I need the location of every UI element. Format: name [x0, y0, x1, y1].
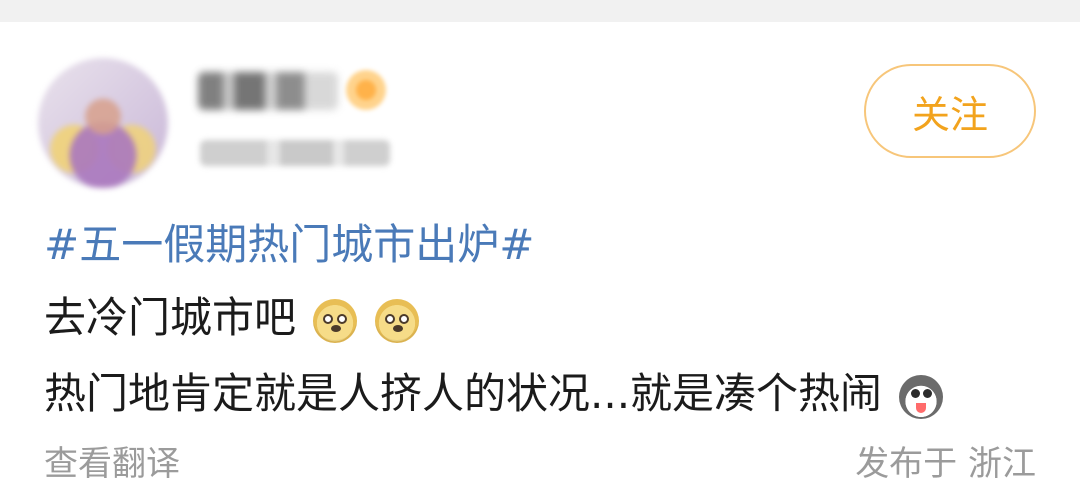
user-avatar[interactable] [38, 58, 168, 188]
doge-emoji-icon [313, 298, 358, 343]
doge-emoji-icon [374, 298, 419, 343]
view-translation-link[interactable]: 查看翻译 [44, 442, 180, 486]
post-text-line-2-text: 热门地肯定就是人挤人的状况...就是凑个热闹 [44, 369, 883, 418]
doge-nose [331, 324, 342, 332]
username-blurred[interactable] [198, 72, 338, 110]
post-text-line-1: 去冷门城市吧 [44, 290, 1044, 346]
post-text-line-1-text: 去冷门城市吧 [44, 293, 297, 342]
post-location: 发布于 浙江 [855, 444, 1036, 484]
post-hashtag-link[interactable]: #五一假期热门城市出炉# [44, 217, 1044, 273]
doge-nose [392, 324, 403, 332]
user-badge-icon [346, 70, 386, 110]
husky-emoji-icon [899, 374, 944, 419]
post-timestamp-blurred [200, 140, 390, 166]
top-status-bar [0, 0, 1080, 22]
follow-button[interactable]: 关注 [864, 64, 1036, 158]
post-text-line-2: 热门地肯定就是人挤人的状况...就是凑个热闹 [44, 366, 1044, 422]
husky-tongue [916, 402, 927, 413]
